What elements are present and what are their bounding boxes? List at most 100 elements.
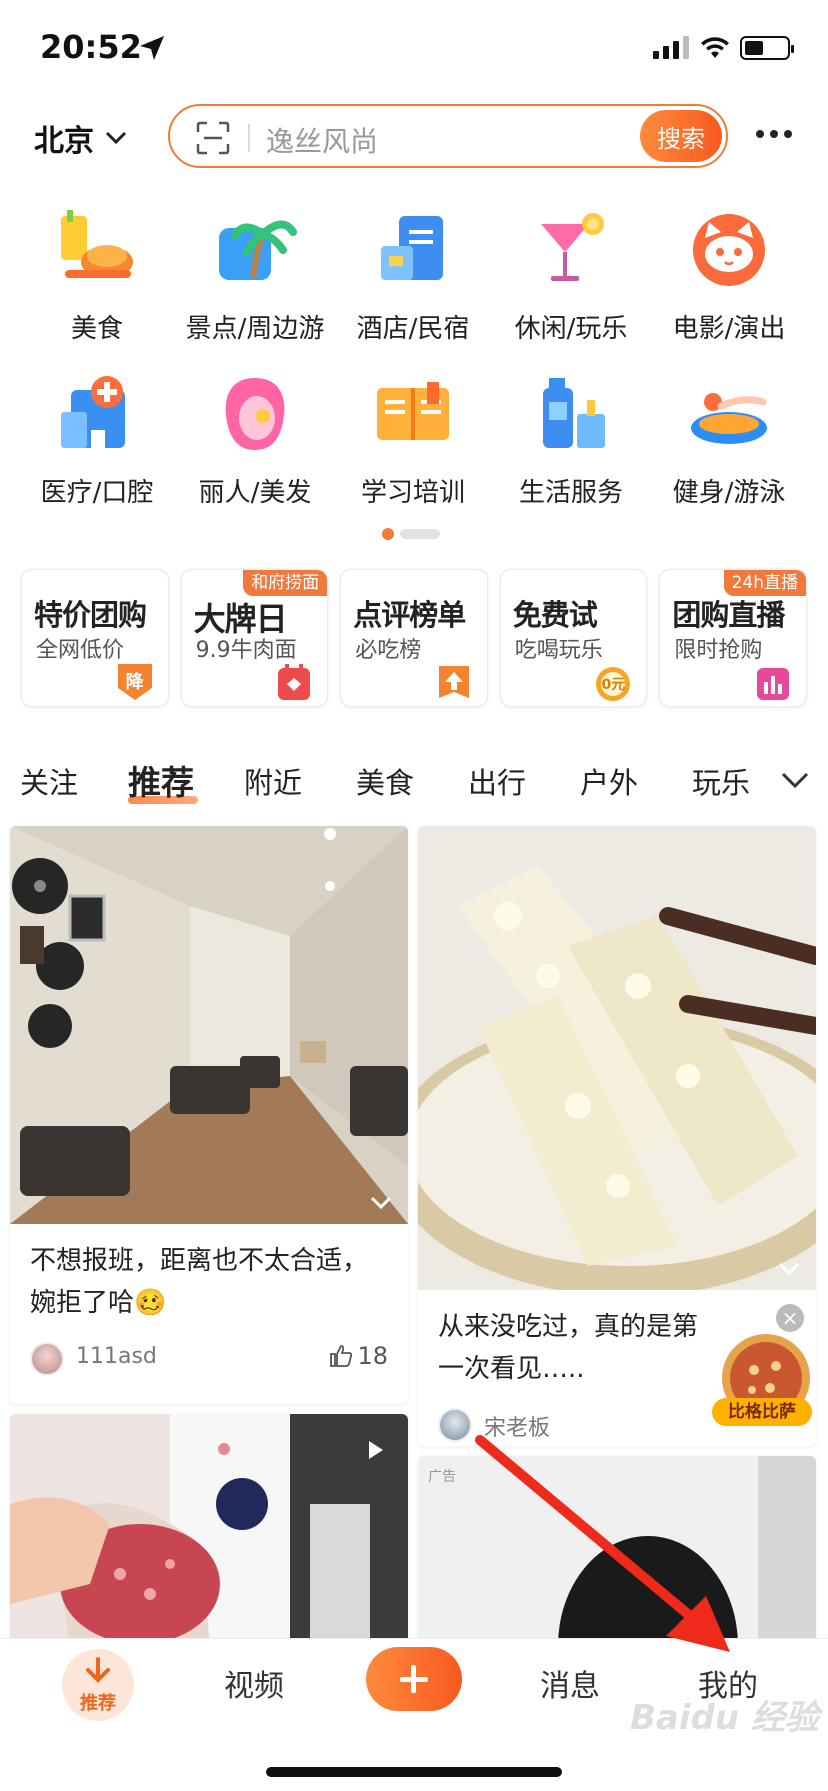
category-life-services[interactable]: 生活服务: [492, 372, 650, 522]
category-medical[interactable]: 医疗/口腔: [18, 372, 176, 522]
card-title: 不想报班，距离也不太合适，婉拒了哈🥴: [30, 1246, 369, 1318]
up-arrow-badge-icon: [438, 666, 469, 698]
category-label: 健身/游泳: [672, 478, 786, 508]
like-button[interactable]: 18: [329, 1342, 388, 1370]
category-beauty[interactable]: 丽人/美发: [176, 372, 334, 522]
promo-subtitle: 全网低价: [36, 638, 125, 663]
promo-badge-label: 降: [125, 672, 144, 693]
promo-title: 免费试: [512, 598, 598, 632]
author-name[interactable]: 宋老板: [484, 1410, 550, 1442]
tab-outdoor[interactable]: 户外: [580, 760, 638, 802]
beauty-icon: [225, 378, 285, 450]
category-pager: [382, 528, 440, 540]
ad-cta-button[interactable]: 比格比萨: [712, 1398, 812, 1426]
category-label: 休闲/玩乐: [514, 314, 628, 344]
category-label: 电影/演出: [672, 314, 786, 344]
medical-icon: [61, 376, 125, 448]
card-meta: 111asd 18: [10, 1324, 408, 1394]
category-leisure[interactable]: 休闲/玩乐: [492, 208, 650, 358]
card-image-lounge: [10, 826, 408, 1224]
add-post-button[interactable]: [366, 1647, 462, 1711]
promo-tag: 和府捞面: [243, 570, 328, 596]
feed-card-lounge[interactable]: 不想报班，距离也不太合适，婉拒了哈🥴 111asd 18: [10, 826, 408, 1404]
calendar-icon: [278, 664, 311, 700]
like-count: 18: [357, 1342, 388, 1370]
coin-badge-icon: 0元: [594, 662, 632, 702]
promo-badge-label: 0元: [601, 677, 626, 693]
category-grid: 美食 景点/周边游 酒店/民宿 休闲/玩乐 电影/演出 医疗/口腔 丽人/美发 …: [18, 208, 810, 522]
promo-card-ranking[interactable]: 点评榜单 必吃榜: [341, 570, 487, 706]
down-arrow-icon: [86, 1657, 110, 1683]
ad-tag: 广告: [428, 1469, 456, 1485]
category-label: 酒店/民宿: [356, 314, 470, 344]
thumbs-up-icon: [330, 1345, 353, 1367]
tab-fun[interactable]: 玩乐: [692, 760, 750, 802]
search-button[interactable]: 搜索: [640, 110, 722, 162]
category-fitness[interactable]: 健身/游泳: [650, 372, 808, 522]
nav-recommend[interactable]: 推荐: [62, 1649, 134, 1721]
category-label: 景点/周边游: [185, 314, 325, 344]
card-image-ad: 广告: [418, 1456, 816, 1646]
promo-card-discount[interactable]: 特价团购 全网低价 降: [22, 570, 168, 706]
more-icon[interactable]: [756, 130, 792, 138]
city-selector[interactable]: 北京: [34, 116, 128, 160]
card-image-food: [418, 826, 816, 1290]
bar-chart-badge-icon: [756, 668, 789, 700]
feed-card-video[interactable]: [10, 1414, 408, 1644]
tab-recommend[interactable]: 推荐: [128, 756, 194, 804]
category-scenic[interactable]: 景点/周边游: [176, 208, 334, 358]
home-indicator: [266, 1767, 562, 1777]
location-arrow-icon: [140, 36, 164, 60]
promo-title: 点评榜单: [353, 598, 466, 632]
card-image-video: [10, 1414, 408, 1644]
nav-recommend-label: 推荐: [80, 1693, 116, 1714]
chevron-down-icon: [105, 131, 127, 145]
category-label: 生活服务: [518, 478, 623, 508]
category-hotel[interactable]: 酒店/民宿: [334, 208, 492, 358]
avatar[interactable]: [30, 1342, 64, 1376]
promo-title: 特价团购: [34, 598, 147, 632]
promo-subtitle: 限时抢购: [674, 638, 763, 663]
promo-card-free-trial[interactable]: 免费试 吃喝玩乐 0元: [500, 570, 647, 706]
category-movie[interactable]: 电影/演出: [650, 208, 808, 358]
promo-subtitle: 吃喝玩乐: [514, 638, 603, 663]
city-label: 北京: [34, 124, 94, 159]
play-icon[interactable]: [354, 1430, 394, 1470]
avatar[interactable]: [438, 1408, 472, 1442]
category-label: 美食: [70, 314, 123, 344]
feed-card-food[interactable]: 从来没吃过，真的是第一次看见….. 宋老板 × 比格比萨: [418, 826, 816, 1446]
promo-card-live[interactable]: 24h直播 团购直播 限时抢购: [660, 570, 806, 706]
chevron-down-icon[interactable]: [370, 1196, 392, 1210]
search-input[interactable]: 逸丝风尚: [266, 120, 378, 160]
food-icon: [61, 210, 133, 278]
promo-card-brand-day[interactable]: 和府捞面 大牌日 9.9牛肉面: [181, 570, 328, 706]
tab-food[interactable]: 美食: [356, 760, 414, 802]
nav-video[interactable]: 视频: [224, 1661, 284, 1705]
search-bar[interactable]: 逸丝风尚 搜索: [168, 104, 728, 168]
scan-icon[interactable]: [196, 121, 230, 155]
status-time: 20:52: [40, 28, 142, 66]
cleaning-icon: [543, 378, 605, 448]
promo-subtitle: 必吃榜: [355, 638, 422, 663]
tab-follow[interactable]: 关注: [20, 760, 78, 802]
category-label: 丽人/美发: [198, 478, 312, 508]
chevron-down-icon[interactable]: [778, 1262, 800, 1276]
swimmer-icon: [691, 393, 767, 444]
price-down-badge-icon: 降: [116, 662, 154, 702]
nav-messages[interactable]: 消息: [540, 1661, 600, 1705]
header: 北京 逸丝风尚 搜索: [0, 100, 828, 180]
category-label: 学习培训: [360, 478, 465, 508]
watermark: Baidu 经验: [630, 1698, 819, 1738]
chevron-down-icon[interactable]: [780, 770, 810, 790]
cat-face-icon: [693, 214, 765, 286]
feed-card-ad[interactable]: 广告: [418, 1456, 816, 1646]
promo-title: 团购直播: [672, 598, 785, 632]
tab-travel[interactable]: 出行: [468, 760, 526, 802]
category-education[interactable]: 学习培训: [334, 372, 492, 522]
pager-dot-active: [382, 528, 394, 540]
category-food[interactable]: 美食: [18, 208, 176, 358]
search-divider: [248, 124, 250, 152]
tab-nearby[interactable]: 附近: [244, 760, 302, 802]
author-name[interactable]: 111asd: [76, 1344, 157, 1369]
status-bar: 20:52: [0, 0, 828, 100]
